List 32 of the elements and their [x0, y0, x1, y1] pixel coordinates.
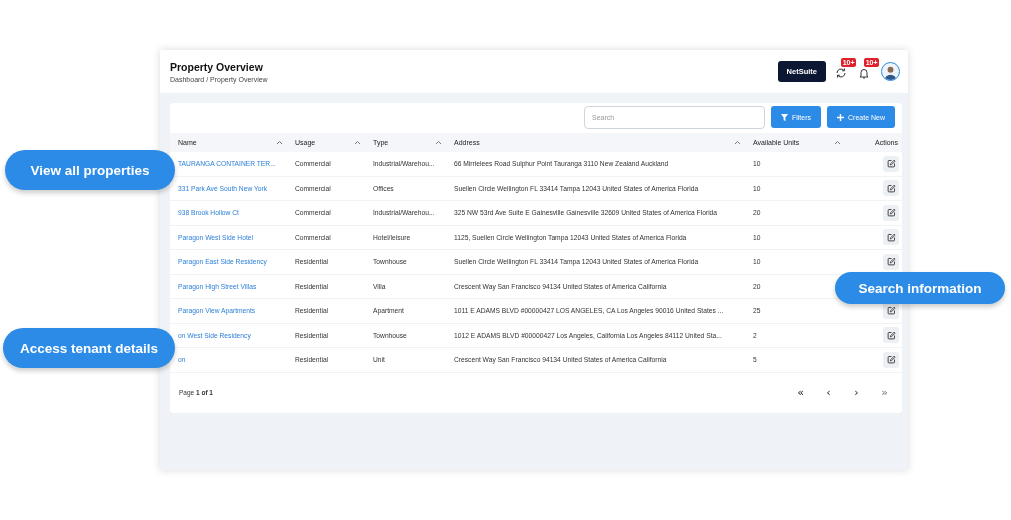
- edit-button[interactable]: [883, 327, 899, 344]
- callout-label: Access tenant details: [3, 328, 175, 368]
- page-title: Property Overview: [170, 60, 264, 73]
- sync-icon[interactable]: [835, 66, 847, 79]
- edit-button[interactable]: [883, 180, 899, 197]
- callout-label: View all properties: [5, 150, 175, 190]
- edit-icon: [886, 330, 896, 340]
- edit-icon: [886, 306, 896, 316]
- edit-icon: [886, 257, 896, 267]
- edit-button[interactable]: [883, 253, 899, 270]
- callout-label: Search information: [835, 272, 1005, 304]
- bell-icon[interactable]: [858, 66, 870, 79]
- edit-button[interactable]: [883, 155, 899, 172]
- sort-icon[interactable]: [734, 140, 741, 145]
- sort-icon[interactable]: [834, 140, 841, 145]
- edit-icon: [886, 232, 896, 242]
- edit-button[interactable]: [883, 229, 899, 246]
- sort-icon[interactable]: [276, 140, 283, 145]
- sort-icon[interactable]: [435, 140, 442, 145]
- sort-icon[interactable]: [354, 140, 361, 145]
- edit-icon: [886, 159, 896, 169]
- edit-icon: [886, 208, 896, 218]
- pagination-button[interactable]: ›: [851, 386, 862, 399]
- edit-button[interactable]: [883, 351, 899, 368]
- filter-icon: [780, 113, 788, 121]
- pagination-button[interactable]: «: [795, 386, 806, 399]
- edit-icon: [886, 183, 896, 193]
- edit-icon: [886, 355, 896, 365]
- edit-button[interactable]: [883, 204, 899, 221]
- pagination-button[interactable]: ‹: [823, 386, 834, 399]
- plus-icon: [837, 113, 845, 121]
- avatar-icon[interactable]: [881, 62, 900, 81]
